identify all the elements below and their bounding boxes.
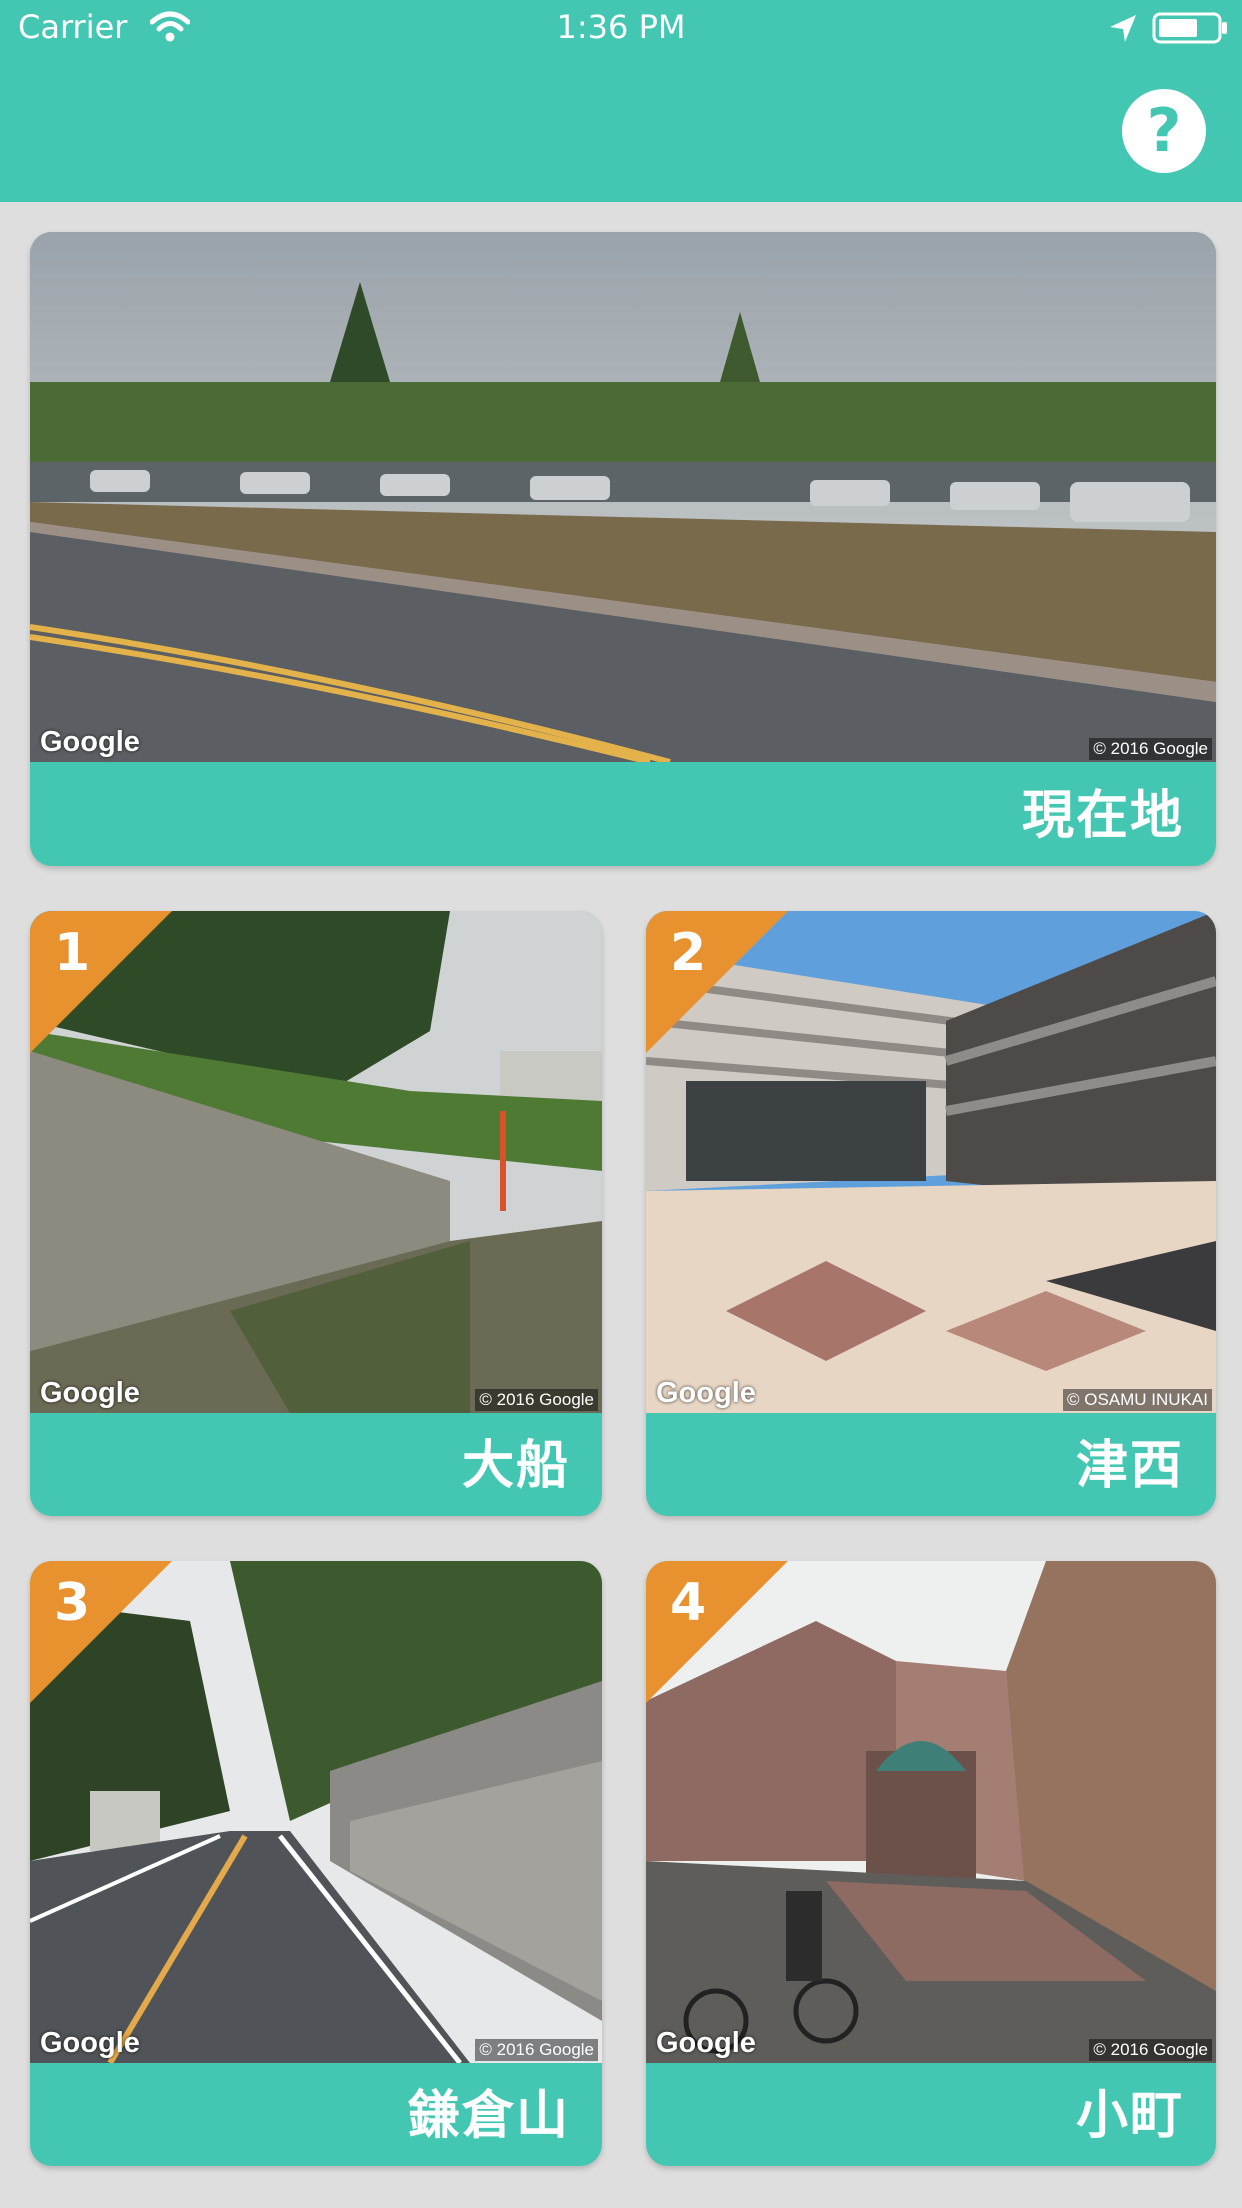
- google-attribution: Google: [40, 2027, 140, 2059]
- image-copyright: © 2016 Google: [1089, 738, 1212, 760]
- badge-number: 3: [54, 1573, 91, 1633]
- spot-card-4[interactable]: Google © 2016 Google 4 小町: [646, 1561, 1216, 2166]
- google-attribution: Google: [656, 2027, 756, 2059]
- number-badge: [646, 1561, 788, 1703]
- badge-number: 4: [670, 1573, 707, 1633]
- current-location-card[interactable]: Google © 2016 Google 現在地: [30, 232, 1216, 866]
- image-copyright: © 2016 Google: [475, 1389, 598, 1411]
- location-arrow-icon: [1110, 15, 1136, 42]
- spot-card-2[interactable]: Google © OSAMU INUKAI 2 津西: [646, 911, 1216, 1516]
- spot-label: 鎌倉山: [407, 2086, 570, 2146]
- google-attribution: Google: [40, 726, 140, 758]
- spot-label: 大船: [461, 1436, 570, 1496]
- status-bar: Carrier 1:36 PM: [0, 0, 1242, 56]
- number-badge: [30, 1561, 172, 1703]
- current-location-label: 現在地: [1021, 786, 1184, 846]
- google-attribution: Google: [656, 1377, 756, 1409]
- current-location-streetview-image: Google © 2016 Google: [30, 232, 1216, 762]
- badge-number: 2: [670, 923, 707, 983]
- google-attribution: Google: [40, 1377, 140, 1409]
- help-button[interactable]: ?: [1122, 89, 1206, 173]
- spot-card-3[interactable]: Google © 2016 Google 3 鎌倉山: [30, 1561, 602, 2166]
- number-badge: [646, 911, 788, 1053]
- image-copyright: © 2016 Google: [475, 2039, 598, 2061]
- battery-icon: [1152, 12, 1227, 44]
- spot-label: 津西: [1075, 1436, 1184, 1496]
- image-copyright: © OSAMU INUKAI: [1063, 1389, 1212, 1411]
- spot-label: 小町: [1075, 2086, 1184, 2146]
- nav-bar: ?: [0, 56, 1242, 202]
- badge-number: 1: [54, 923, 91, 983]
- number-badge: [30, 911, 172, 1053]
- status-time: 1:36 PM: [556, 8, 686, 46]
- image-copyright: © 2016 Google: [1089, 2039, 1212, 2061]
- spot-card-1[interactable]: Google © 2016 Google 1 大船: [30, 911, 602, 1516]
